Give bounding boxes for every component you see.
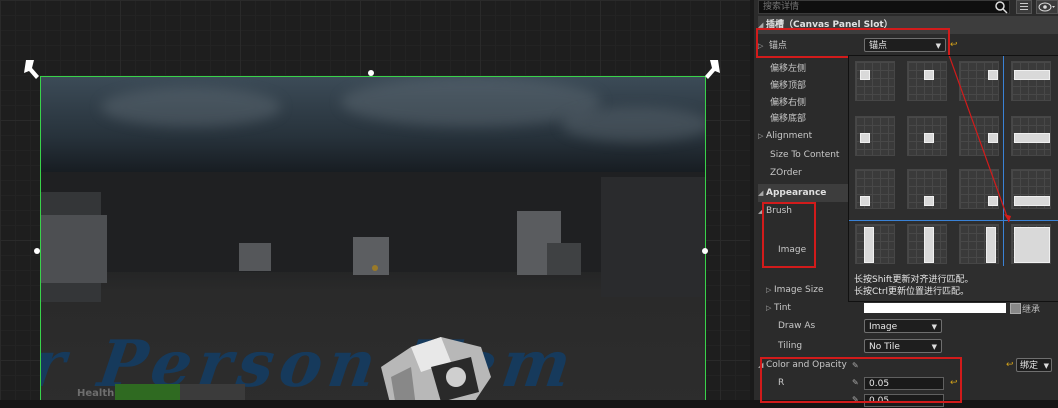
right-wall: [601, 177, 705, 297]
bind-label: 绑定: [1020, 361, 1039, 371]
draw-as-value: Image: [869, 322, 898, 332]
tiling-dropdown[interactable]: No Tile ▼: [864, 339, 942, 353]
anchor-presets-popup: 长按Shift更新对齐进行匹配。 长按Ctrl更新位置进行匹配。: [848, 55, 1058, 302]
health-bar: [115, 384, 245, 400]
property-label: 偏移左侧: [770, 64, 807, 74]
draw-as-label: Draw As: [778, 321, 816, 331]
annotation-arrow: [948, 56, 1011, 223]
property-label: Size To Content: [770, 150, 840, 160]
chevron-down-icon: ▼: [931, 343, 937, 351]
resize-handle-right[interactable]: [702, 248, 708, 254]
cube: [547, 243, 581, 275]
annotation-box-brush: [762, 202, 816, 268]
tiling-value: No Tile: [869, 342, 900, 352]
anchor-pin-top-right[interactable]: [704, 60, 720, 80]
annotation-box-color-opacity: [760, 357, 962, 403]
tint-color-swatch[interactable]: [864, 303, 1006, 313]
search-icon[interactable]: [994, 0, 1008, 14]
tint-label: Tint: [774, 303, 791, 313]
eye-icon[interactable]: [1036, 0, 1058, 14]
health-bar-fill: [115, 384, 180, 400]
property-label: Alignment: [766, 131, 813, 141]
gold-pickup: [372, 265, 378, 271]
resize-handle-left[interactable]: [34, 248, 40, 254]
grid-view-icon[interactable]: [1016, 0, 1032, 14]
reset-arrow-icon[interactable]: ↩: [950, 40, 958, 50]
property-label: 偏移顶部: [770, 81, 807, 91]
tiling-row: Tiling: [778, 337, 838, 355]
property-label: 偏移底部: [770, 114, 807, 124]
chevron-down-icon: ▼: [931, 323, 937, 331]
cube: [41, 215, 107, 283]
reset-arrow-icon[interactable]: ↩: [1006, 360, 1014, 370]
annotation-box-anchor: [756, 28, 950, 58]
anchor-pin-top-left[interactable]: [24, 60, 40, 80]
collapsed-triangle-icon: ▷: [766, 286, 772, 294]
bind-dropdown[interactable]: 绑定 ▼: [1016, 358, 1052, 372]
collapsed-triangle-icon: ▷: [766, 304, 772, 312]
draw-as-dropdown[interactable]: Image ▼: [864, 319, 942, 333]
appearance-category-label: Appearance: [766, 188, 827, 198]
chevron-down-icon: ▼: [1043, 362, 1049, 370]
property-label: 偏移右侧: [770, 98, 807, 108]
game-viewport-widget[interactable]: r Person Tem Health: [40, 76, 706, 400]
designer-canvas[interactable]: r Person Tem Health: [0, 0, 750, 400]
collapsed-triangle-icon: ▷: [758, 132, 764, 140]
expand-triangle-icon: ◢: [758, 189, 764, 197]
first-person-gun: [381, 337, 491, 400]
cube: [239, 243, 271, 271]
tiling-label: Tiling: [778, 341, 803, 351]
tint-inherit-checkbox[interactable]: [1010, 303, 1021, 314]
search-input[interactable]: [758, 0, 1010, 14]
tint-inherit-label: 继承: [1022, 305, 1041, 315]
health-label: Health: [77, 388, 115, 399]
image-size-label: Image Size: [774, 285, 824, 295]
resize-handle-top[interactable]: [368, 70, 374, 76]
anchor-hint-ctrl: 长按Ctrl更新位置进行匹配。: [854, 287, 970, 297]
cube: [353, 237, 389, 275]
property-label: ZOrder: [770, 168, 802, 178]
draw-as-row: Draw As: [778, 317, 838, 335]
